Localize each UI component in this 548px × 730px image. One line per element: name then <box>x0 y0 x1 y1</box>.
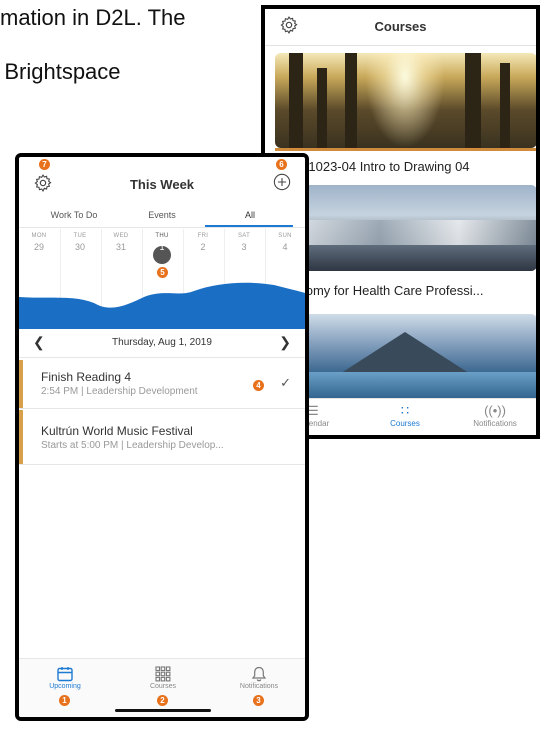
day-mon[interactable]: MON 29 <box>19 233 59 252</box>
segment-events[interactable]: Events <box>117 210 207 220</box>
activity-wave-chart <box>19 282 305 329</box>
item-title: Kultrún World Music Festival <box>41 424 193 438</box>
callout-badge: 2 <box>157 695 168 706</box>
day-wed[interactable]: WED 31 <box>101 233 141 252</box>
courses-header: Courses <box>265 9 536 46</box>
list-item[interactable]: Kultrún World Music Festival Starts at 5… <box>19 410 305 465</box>
item-accent-stripe <box>19 410 23 464</box>
day-sun[interactable]: SUN 4 <box>265 233 305 252</box>
grid-icon <box>155 666 171 682</box>
callout-badge: 4 <box>253 380 264 391</box>
tab-courses[interactable]: ∷ Courses <box>365 403 445 428</box>
course-card-accent <box>275 148 536 151</box>
item-subtitle: Starts at 5:00 PM | Leadership Develop..… <box>41 440 224 451</box>
bell-icon <box>251 666 267 682</box>
home-indicator <box>115 709 211 712</box>
chevron-right-icon[interactable]: ❯ <box>279 334 291 351</box>
this-week-screen: 7 This Week 6 Work To Do Events All MON 2… <box>15 153 309 721</box>
segment-indicator <box>205 225 293 227</box>
tab-upcoming[interactable]: Upcoming 1 <box>25 665 105 706</box>
list-item[interactable]: Finish Reading 4 2:54 PM | Leadership De… <box>19 360 305 409</box>
segment-all[interactable]: All <box>205 210 295 220</box>
week-header: 7 This Week 6 <box>19 157 305 205</box>
day-tue[interactable]: TUE 30 <box>60 233 100 252</box>
callout-badge: 1 <box>59 695 70 706</box>
callout-badge: 3 <box>253 695 264 706</box>
grid-icon: ∷ <box>400 403 410 418</box>
tab-notifications[interactable]: Notifications 3 <box>219 665 299 706</box>
segment-control: Work To Do Events All <box>19 205 305 228</box>
add-icon[interactable] <box>273 173 291 191</box>
item-title: Finish Reading 4 <box>41 370 132 384</box>
day-sat[interactable]: SAT 3 <box>224 233 264 252</box>
callout-badge: 7 <box>39 159 50 170</box>
doc-line-2: o Brightspace <box>0 59 121 84</box>
broadcast-icon: ((•)) <box>484 403 506 418</box>
week-tab-bar: Upcoming 1 Courses 2 Notifications 3 <box>19 658 305 717</box>
doc-line-1: mation in D2L. The <box>0 5 186 30</box>
current-date-label: Thursday, Aug 1, 2019 <box>112 337 212 348</box>
course-card-image[interactable] <box>275 53 536 148</box>
course-card-image[interactable] <box>275 314 536 402</box>
tab-courses[interactable]: Courses 2 <box>123 665 203 706</box>
courses-title: Courses <box>374 19 427 34</box>
checkmark-icon[interactable]: ✓ <box>280 375 291 391</box>
course-card-image[interactable] <box>275 185 536 271</box>
callout-badge: 6 <box>276 159 287 170</box>
course-card-title[interactable]: Anatomy for Health Care Professi... <box>279 283 483 298</box>
tab-notifications[interactable]: ((•)) Notifications <box>455 403 535 428</box>
segment-work-to-do[interactable]: Work To Do <box>29 210 119 220</box>
item-accent-stripe <box>19 360 23 408</box>
calendar-icon <box>57 667 73 682</box>
day-thu[interactable]: THU 1 <box>142 233 182 264</box>
week-title: This Week <box>129 177 195 192</box>
date-navigator: ❮ Thursday, Aug 1, 2019 ❯ <box>19 329 305 358</box>
day-fri[interactable]: FRI 2 <box>183 233 223 252</box>
item-subtitle: 2:54 PM | Leadership Development <box>41 386 198 397</box>
